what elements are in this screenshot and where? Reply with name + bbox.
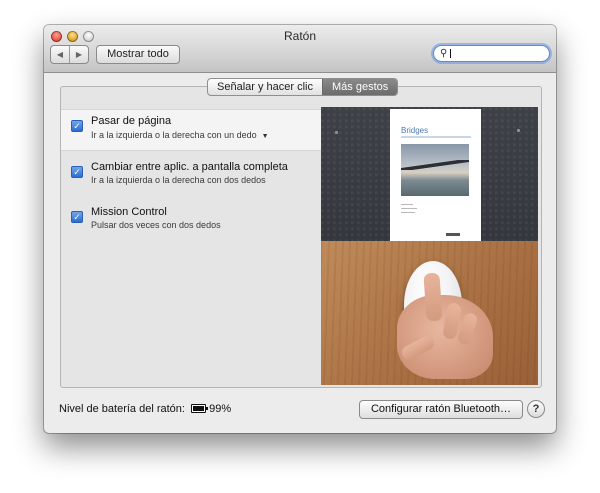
gesture-description: Ir a la izquierda o la derecha con un de… [91, 130, 269, 140]
tab-bar: Señalar y hacer clic Más gestos [207, 78, 399, 96]
gesture-description: Pulsar dos veces con dos dedos [91, 220, 221, 230]
gesture-description: Ir a la izquierda o la derecha con dos d… [91, 175, 266, 185]
document-subtitle [401, 136, 471, 138]
finger [423, 272, 443, 322]
dot-icon [517, 129, 520, 132]
preview-screen: Bridges [321, 107, 538, 241]
bridge-shape [401, 160, 469, 170]
checkbox-switch-fullscreen[interactable]: ✓ [71, 166, 83, 178]
preview-hand-on-mouse [321, 241, 538, 385]
setup-bluetooth-mouse-button[interactable]: Configurar ratón Bluetooth… [359, 400, 523, 419]
document-line [401, 204, 413, 205]
search-icon: ⚲ [440, 48, 448, 59]
dot-icon [335, 131, 338, 134]
gesture-title: Cambiar entre aplic. a pantalla completa [91, 161, 288, 173]
checkbox-mission-control[interactable]: ✓ [71, 211, 83, 223]
preview-document: Bridges [390, 109, 481, 241]
navigation-buttons: ◀ ▶ [50, 45, 89, 64]
document-title: Bridges [401, 126, 429, 135]
gesture-item-mission-control[interactable]: ✓ Mission Control Pulsar dos veces con d… [61, 204, 323, 248]
gesture-item-swipe-pages[interactable]: ✓ Pasar de página Ir a la izquierda o la… [61, 109, 335, 152]
gestures-panel: ✓ Pasar de página Ir a la izquierda o la… [60, 86, 542, 388]
gesture-title: Pasar de página [91, 115, 172, 127]
text-cursor [450, 49, 451, 58]
preferences-window: Ratón ◀ ▶ Mostrar todo ⚲ Señalar y hacer… [44, 25, 556, 433]
document-footer [446, 233, 460, 236]
checkbox-swipe-pages[interactable]: ✓ [71, 120, 83, 132]
help-button[interactable]: ? [527, 400, 545, 418]
title-bar: Ratón ◀ ▶ Mostrar todo ⚲ [44, 25, 556, 73]
show-all-button[interactable]: Mostrar todo [96, 45, 180, 64]
forward-button[interactable]: ▶ [69, 46, 88, 63]
gesture-item-switch-fullscreen-apps[interactable]: ✓ Cambiar entre aplic. a pantalla comple… [61, 159, 323, 203]
bridge-photo [401, 144, 469, 196]
tab-point-and-click[interactable]: Señalar y hacer clic [208, 79, 322, 95]
tab-more-gestures[interactable]: Más gestos [322, 79, 398, 95]
battery-percentage: 99% [209, 403, 232, 415]
gesture-title: Mission Control [91, 206, 167, 218]
document-line [401, 208, 417, 209]
battery-level: Nivel de batería del ratón: 99% [59, 403, 232, 415]
document-line [401, 212, 415, 213]
chevron-down-icon[interactable]: ▼ [262, 133, 269, 140]
window-title: Ratón [283, 29, 317, 43]
gesture-preview: Bridges [321, 107, 538, 385]
back-button[interactable]: ◀ [51, 46, 69, 63]
search-field[interactable]: ⚲ [433, 45, 550, 62]
battery-icon [191, 404, 209, 413]
